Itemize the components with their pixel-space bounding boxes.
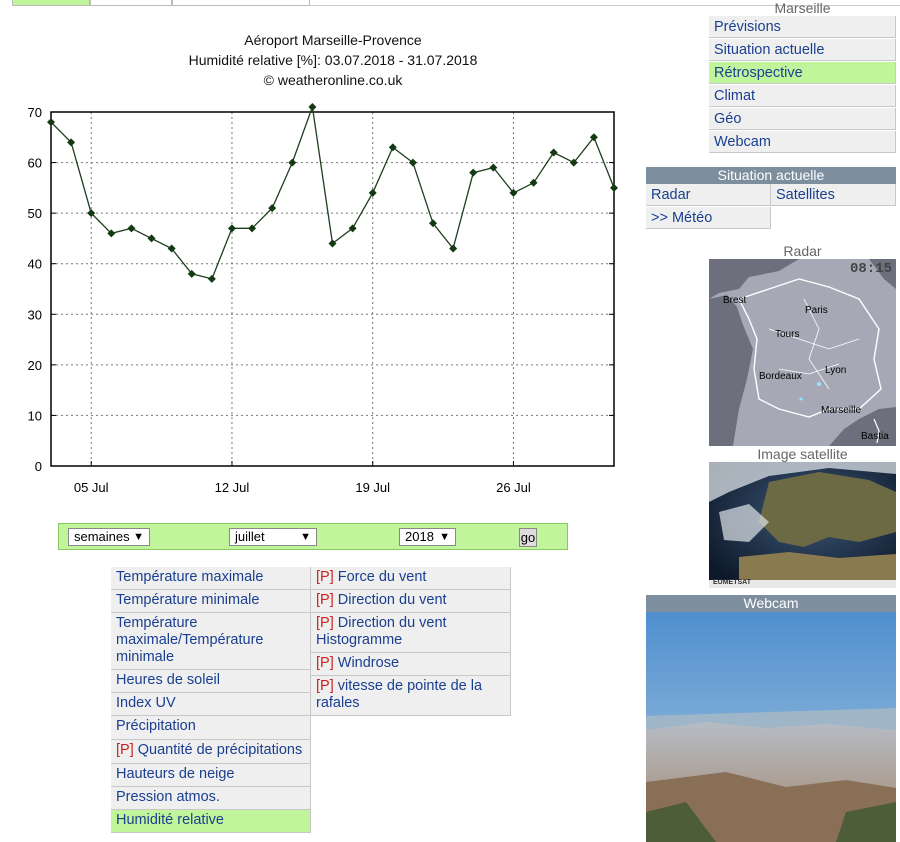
premium-prefix: [P] [116,742,134,758]
x-tick-label: 26 Jul [496,480,531,495]
y-tick-label: 40 [28,257,42,272]
param-wind-direction[interactable]: [P] Direction du vent [311,590,511,613]
param-label: Direction du vent Histogramme [316,615,447,648]
param-label: Heures de soleil [116,672,220,688]
param-temp-max-min[interactable]: Température maximale/Température minimal… [111,613,311,670]
y-tick-label: 10 [28,408,42,423]
chart-subtitle: Humidité relative [%]: 03.07.2018 - 31.0… [188,52,478,68]
chevron-down-icon: ▼ [133,531,144,543]
param-temp-max[interactable]: Température maximale [111,567,311,590]
radar-city-label: Bastia [861,431,889,442]
city-title: Marseille [774,0,831,16]
radar-map-drawing [709,259,896,446]
param-windrose[interactable]: [P] Windrose [311,653,511,676]
period-select[interactable]: semaines ▼ [68,528,150,546]
satellite-title: Image satellite [757,446,848,462]
top-tab-active[interactable] [12,0,90,6]
year-value: 2018 [405,529,434,544]
nav-situation-actuelle[interactable]: Situation actuelle [709,39,896,61]
radar-time: 08:15 [849,261,892,277]
radar-title: Radar [783,243,822,259]
param-wind-force[interactable]: [P] Force du vent [311,567,511,590]
situation-meteo-link[interactable]: >> Météo [646,207,771,229]
go-button[interactable]: go [519,528,537,547]
chevron-down-icon: ▼ [439,531,450,543]
year-select[interactable]: 2018 ▼ [399,528,456,546]
top-tab[interactable] [90,0,172,6]
month-value: juillet [235,529,265,544]
x-tick-label: 05 Jul [74,480,109,495]
param-label: Hauteurs de neige [116,766,235,782]
y-tick-label: 50 [28,206,42,221]
y-tick-label: 60 [28,156,42,171]
radar-map[interactable]: 08:15 Brest Paris Tours Bordeaux Lyon Ma… [709,259,896,446]
webcam-header: Webcam [646,595,896,612]
y-tick-label: 30 [28,307,42,322]
webcam-view-drawing [646,612,896,842]
nav-webcam[interactable]: Webcam [709,131,896,153]
premium-prefix: [P] [316,655,334,671]
nav-climat[interactable]: Climat [709,85,896,107]
radar-city-label: Bordeaux [759,371,802,382]
situation-header: Situation actuelle [646,167,896,184]
nav-previsions[interactable]: Prévisions [709,16,896,38]
param-label: Direction du vent [333,592,447,608]
data-point [308,102,317,111]
premium-prefix: [P] [316,678,334,694]
param-label: Température maximale/Température minimal… [116,615,264,665]
radar-city-label: Marseille [821,405,862,416]
param-label: Température maximale [116,569,264,585]
x-tick-label: 19 Jul [355,480,390,495]
humidity-chart: 0 10 20 30 40 50 60 70 05 Jul 12 Jul 19 Jul 26 Jul [28,102,618,495]
premium-prefix: [P] [316,569,334,585]
period-selector-bar: semaines ▼ juillet ▼ 2018 ▼ go [58,523,568,550]
param-temp-min[interactable]: Température minimale [111,590,311,613]
period-value: semaines [74,529,130,544]
nav-retrospective[interactable]: Rétrospective [709,62,896,84]
param-label: Température minimale [116,592,260,608]
y-tick-label: 70 [28,105,42,120]
param-label: Quantité de précipitations [133,742,303,758]
param-snow-depth[interactable]: Hauteurs de neige [111,764,311,787]
plot-area [51,112,614,466]
x-tick-label: 12 Jul [215,480,250,495]
webcam-image[interactable] [646,612,896,842]
situation-satellites-link[interactable]: Satellites [771,184,896,206]
satellite-credit: EUMETSAT [713,579,751,586]
param-label: Windrose [333,655,400,671]
premium-prefix: [P] [316,592,334,608]
param-label: Force du vent [333,569,427,585]
radar-city-label: Lyon [825,365,847,376]
y-tick-label: 20 [28,358,42,373]
param-pressure[interactable]: Pression atmos. [111,787,311,810]
param-label: vitesse de pointe de la rafales [316,678,483,711]
param-label: Index UV [116,695,176,711]
satellite-image[interactable]: EUMETSAT [709,462,896,588]
station-name: Aéroport Marseille-Provence [244,32,422,48]
param-wind-histogram[interactable]: [P] Direction du vent Histogramme [311,613,511,653]
radar-city-label: Tours [775,329,800,340]
chart-copyright: © weatheronline.co.uk [263,72,403,88]
param-uv-index[interactable]: Index UV [111,693,311,716]
param-precipitation[interactable]: Précipitation [111,716,311,740]
param-sunshine[interactable]: Heures de soleil [111,670,311,693]
premium-prefix: [P] [316,615,334,631]
nav-geo[interactable]: Géo [709,108,896,130]
y-tick-label: 0 [35,459,42,474]
param-label: Précipitation [116,718,196,734]
month-select[interactable]: juillet ▼ [229,528,317,546]
param-label: Humidité relative [116,812,224,828]
chevron-down-icon: ▼ [300,531,311,543]
radar-city-label: Brest [723,295,747,306]
param-precip-amount[interactable]: [P] Quantité de précipitations [111,740,311,764]
radar-city-label: Paris [805,305,828,316]
satellite-earth-drawing [709,462,896,588]
param-humidity[interactable]: Humidité relative [111,810,311,833]
param-gusts[interactable]: [P] vitesse de pointe de la rafales [311,676,511,716]
param-label: Pression atmos. [116,789,220,805]
situation-radar-link[interactable]: Radar [646,184,771,206]
top-tab[interactable] [172,0,310,6]
